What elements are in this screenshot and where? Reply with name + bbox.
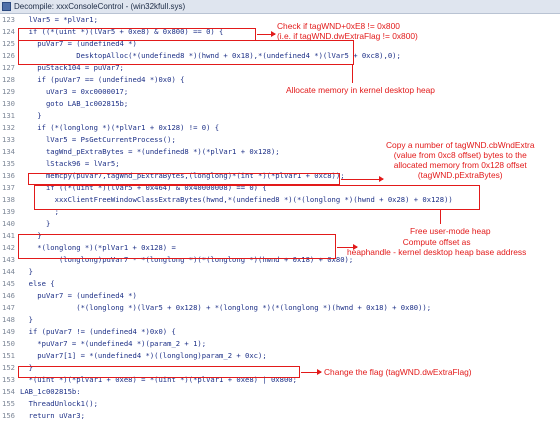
memcpy-box	[28, 173, 340, 185]
code-text: lStack96 = lVar5;	[20, 159, 120, 168]
line-number: 145	[2, 279, 15, 288]
code-line: 131 }	[0, 110, 560, 122]
code-line: 128 if (puVar7 == (undefined4 *)0x0) {	[0, 74, 560, 86]
line-number: 136	[2, 171, 15, 180]
code-text: if (puVar7 == (undefined4 *)0x0) {	[20, 75, 185, 84]
code-line: 145 else {	[0, 278, 560, 290]
code-text: *puVar7 = *(undefined4 *)(param_2 + 1);	[20, 339, 207, 348]
line-number: 144	[2, 267, 15, 276]
allocate-annotation: Allocate memory in kernel desktop heap	[286, 85, 435, 95]
code-text: else {	[20, 279, 55, 288]
line-number: 130	[2, 99, 15, 108]
line-number: 125	[2, 39, 15, 48]
code-text: puVar7 = (undefined4 *)	[20, 291, 137, 300]
code-line: 129 uVar3 = 0xc0000017;	[0, 86, 560, 98]
line-number: 128	[2, 75, 15, 84]
desktop-alloc-box	[18, 40, 354, 65]
code-text: }	[20, 315, 33, 324]
code-text: LAB_1c002815b:	[20, 387, 81, 396]
line-number: 140	[2, 219, 15, 228]
code-line: 149 if (puVar7 != (undefined4 *)0x0) {	[0, 326, 560, 338]
code-line: 147 (*(longlong *)(lVar5 + 0x128) + *(lo…	[0, 302, 560, 314]
code-line: 151 puVar7[1] = *(undefined4 *)((longlon…	[0, 350, 560, 362]
decompile-window-icon	[2, 2, 11, 11]
line-number: 127	[2, 63, 15, 72]
line-number: 123	[2, 15, 15, 24]
code-line: 155 ThreadUnlock1();	[0, 398, 560, 410]
code-text: uVar3 = 0xc0000017;	[20, 87, 129, 96]
flag-change-arrow	[301, 369, 322, 375]
code-text: lVar5 = PsGetCurrentProcess();	[20, 135, 176, 144]
line-number: 139	[2, 207, 15, 216]
line-number: 156	[2, 411, 15, 420]
window-titlebar: Decompile: xxxConsoleControl - (win32kfu…	[0, 0, 560, 14]
line-number: 133	[2, 135, 15, 144]
line-number: 148	[2, 315, 15, 324]
line-number: 138	[2, 195, 15, 204]
code-text: puVar7[1] = *(undefined4 *)((longlong)pa…	[20, 351, 267, 360]
free-extra-bytes-box	[34, 185, 480, 210]
code-line: 130 goto LAB_1c002815b;	[0, 98, 560, 110]
memcpy-arrow	[341, 176, 384, 182]
line-number: 126	[2, 51, 15, 60]
change-flag-annotation: Change the flag (tagWND.dwExtraFlag)	[324, 367, 472, 377]
check-flag-annotation: Check if tagWND+0xE8 != 0x800 (i.e. if t…	[277, 21, 418, 41]
line-number: 151	[2, 351, 15, 360]
line-number: 153	[2, 375, 15, 384]
line-number: 152	[2, 363, 15, 372]
code-line: 154 LAB_1c002815b:	[0, 386, 560, 398]
line-number: 142	[2, 243, 15, 252]
code-text: }	[20, 267, 33, 276]
code-line: 146 puVar7 = (undefined4 *)	[0, 290, 560, 302]
code-text: return uVar3;	[20, 411, 85, 420]
line-number: 150	[2, 339, 15, 348]
alloc-connector-line	[352, 65, 353, 83]
code-text: ThreadUnlock1();	[20, 399, 98, 408]
code-text: if (*(longlong *)(*plVar1 + 0x128) != 0)…	[20, 123, 220, 132]
line-number: 129	[2, 87, 15, 96]
code-text: (*(longlong *)(lVar5 + 0x128) + *(longlo…	[20, 303, 432, 312]
line-number: 124	[2, 27, 15, 36]
flag-change-box	[18, 366, 300, 378]
code-line: 156 return uVar3;	[0, 410, 560, 422]
free-connector-line	[440, 210, 441, 224]
code-line: 148 }	[0, 314, 560, 326]
code-text: }	[20, 111, 42, 120]
flag-check-arrow	[257, 31, 276, 37]
code-text: }	[20, 219, 51, 228]
line-number: 154	[2, 387, 15, 396]
line-number: 141	[2, 231, 15, 240]
free-heap-annotation: Free user-mode heap	[410, 226, 491, 236]
code-text: tagWnd_pExtraBytes = *(undefined8 *)(*pl…	[20, 147, 280, 156]
code-line: 150 *puVar7 = *(undefined4 *)(param_2 + …	[0, 338, 560, 350]
line-number: 149	[2, 327, 15, 336]
line-number: 137	[2, 183, 15, 192]
line-number: 135	[2, 159, 15, 168]
line-number: 147	[2, 303, 15, 312]
copy-annotation: Copy a number of tagWND.cbWndExtra (valu…	[386, 140, 535, 180]
line-number: 155	[2, 399, 15, 408]
line-number: 143	[2, 255, 15, 264]
window-title: Decompile: xxxConsoleControl - (win32kfu…	[14, 2, 186, 11]
offset-compute-box	[18, 234, 336, 259]
line-number: 131	[2, 111, 15, 120]
compute-offset-annotation: Compute offset as heaphandle - kernel de…	[347, 237, 527, 257]
line-number: 134	[2, 147, 15, 156]
code-text: goto LAB_1c002815b;	[20, 99, 129, 108]
code-line: 144 }	[0, 266, 560, 278]
code-line: 132 if (*(longlong *)(*plVar1 + 0x128) !…	[0, 122, 560, 134]
line-number: 146	[2, 291, 15, 300]
code-text: if (puVar7 != (undefined4 *)0x0) {	[20, 327, 176, 336]
line-number: 132	[2, 123, 15, 132]
code-text: lVar5 = *plVar1;	[20, 15, 98, 24]
